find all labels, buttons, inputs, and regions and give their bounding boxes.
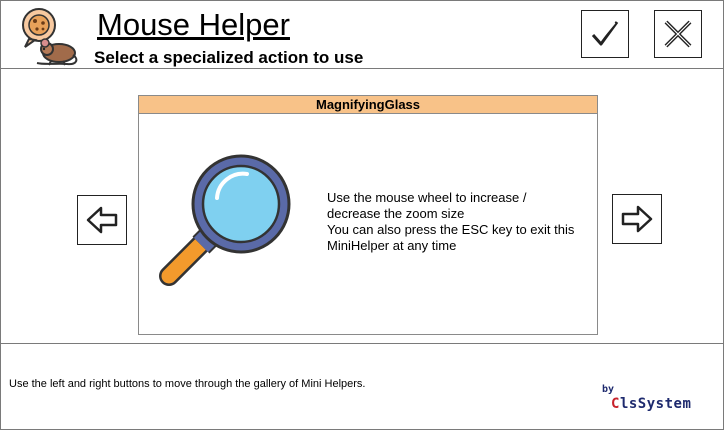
app-title: Mouse Helper [97, 7, 290, 42]
brand-rest: lsSystem [619, 396, 692, 412]
arrow-left-icon [86, 206, 118, 234]
helper-description: Use the mouse wheel to increase / decrea… [327, 190, 595, 254]
mouse-helper-window: Mouse Helper Select a specialized action… [0, 0, 724, 430]
arrow-right-icon [621, 205, 653, 233]
description-line: decrease the zoom size [327, 206, 465, 221]
brand-logo: ClsSystem [611, 396, 691, 412]
helper-card-title: MagnifyingGlass [139, 96, 597, 114]
magnifying-glass-icon [159, 154, 291, 286]
helper-card: MagnifyingGlass Use the mouse wheel to i… [138, 95, 598, 335]
checkmark-icon [591, 21, 619, 46]
brand-initial: C [611, 396, 620, 412]
footer-hint: Use the left and right buttons to move t… [9, 378, 366, 390]
next-helper-button[interactable] [612, 194, 662, 244]
description-line: You can also press the ESC key to exit t… [327, 222, 575, 237]
subtitle: Select a specialized action to use [94, 48, 364, 67]
ok-button[interactable] [581, 10, 629, 58]
close-x-icon [664, 20, 692, 48]
by-label: by [602, 384, 615, 395]
description-line: MiniHelper at any time [327, 238, 457, 253]
header: Mouse Helper Select a specialized action… [1, 1, 723, 69]
mouse-with-cookie-icon [22, 8, 78, 66]
footer: Use the left and right buttons to move t… [1, 343, 723, 430]
close-button[interactable] [654, 10, 702, 58]
description-line: Use the mouse wheel to increase / [327, 190, 527, 205]
previous-helper-button[interactable] [77, 195, 127, 245]
